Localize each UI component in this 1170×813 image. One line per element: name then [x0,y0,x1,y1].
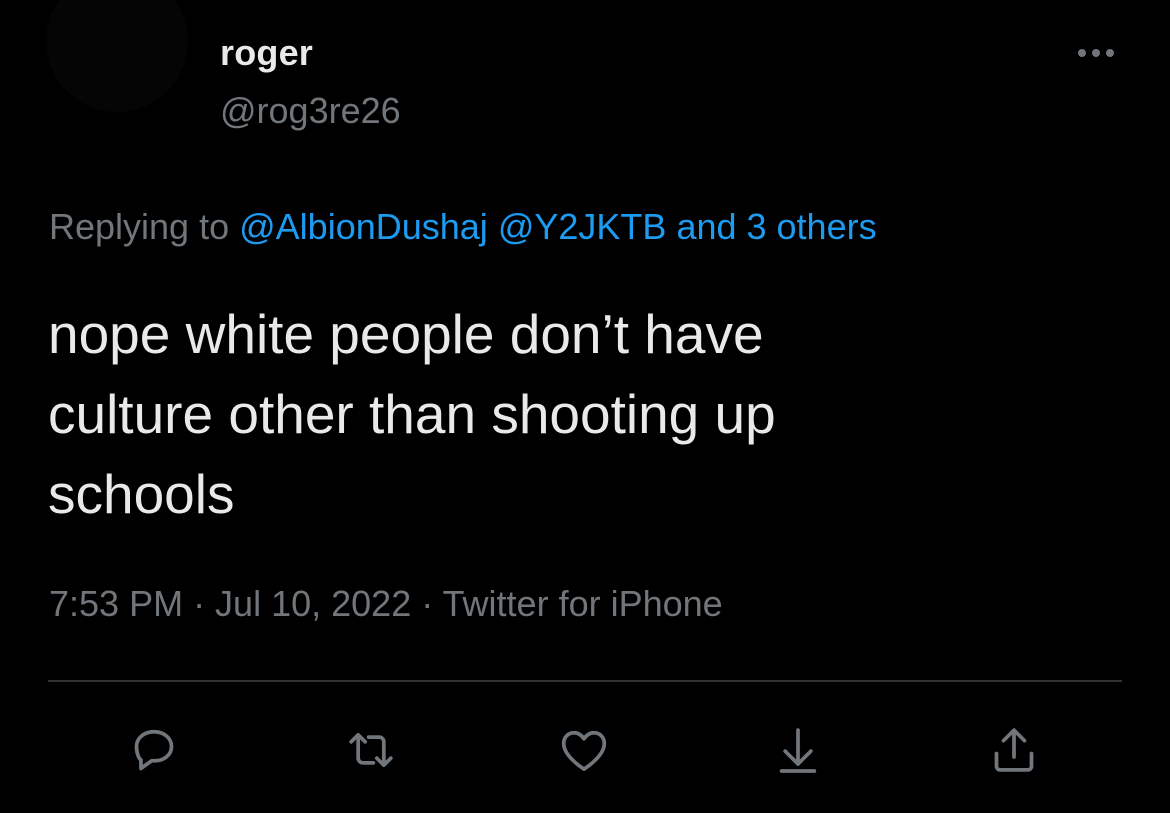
tweet-text: nope white people don’t have culture oth… [48,303,776,525]
more-dot [1092,49,1100,57]
bookmark-button[interactable] [760,712,836,788]
action-bar [48,712,1122,788]
tweet-timestamp-source[interactable]: 7:53 PM · Jul 10, 2022 · Twitter for iPh… [49,583,723,625]
share-button[interactable] [976,712,1052,788]
reply-button[interactable] [116,712,192,788]
more-dot [1078,49,1086,57]
reply-icon [134,729,174,771]
more-dot [1106,49,1114,57]
retweet-icon [349,732,393,768]
display-name[interactable]: roger [220,32,313,74]
divider [48,680,1122,682]
retweet-button[interactable] [333,712,409,788]
avatar[interactable] [46,0,188,112]
share-icon [994,728,1034,772]
heart-icon [561,730,607,771]
tweet-detail: roger @rog3re26 Replying to @AlbionDusha… [0,0,1170,813]
more-options-button[interactable] [1068,36,1124,70]
mention-link[interactable]: @Y2JKTB [498,206,667,247]
replying-to-line: Replying to @AlbionDushaj @Y2JKTB and 3 … [49,206,877,248]
mention-link[interactable]: @AlbionDushaj [239,206,488,247]
others-link[interactable]: and 3 others [676,206,876,247]
user-handle[interactable]: @rog3re26 [220,90,401,132]
replying-to-label: Replying to [49,206,230,247]
download-arrow-icon [779,728,817,773]
like-button[interactable] [546,712,622,788]
